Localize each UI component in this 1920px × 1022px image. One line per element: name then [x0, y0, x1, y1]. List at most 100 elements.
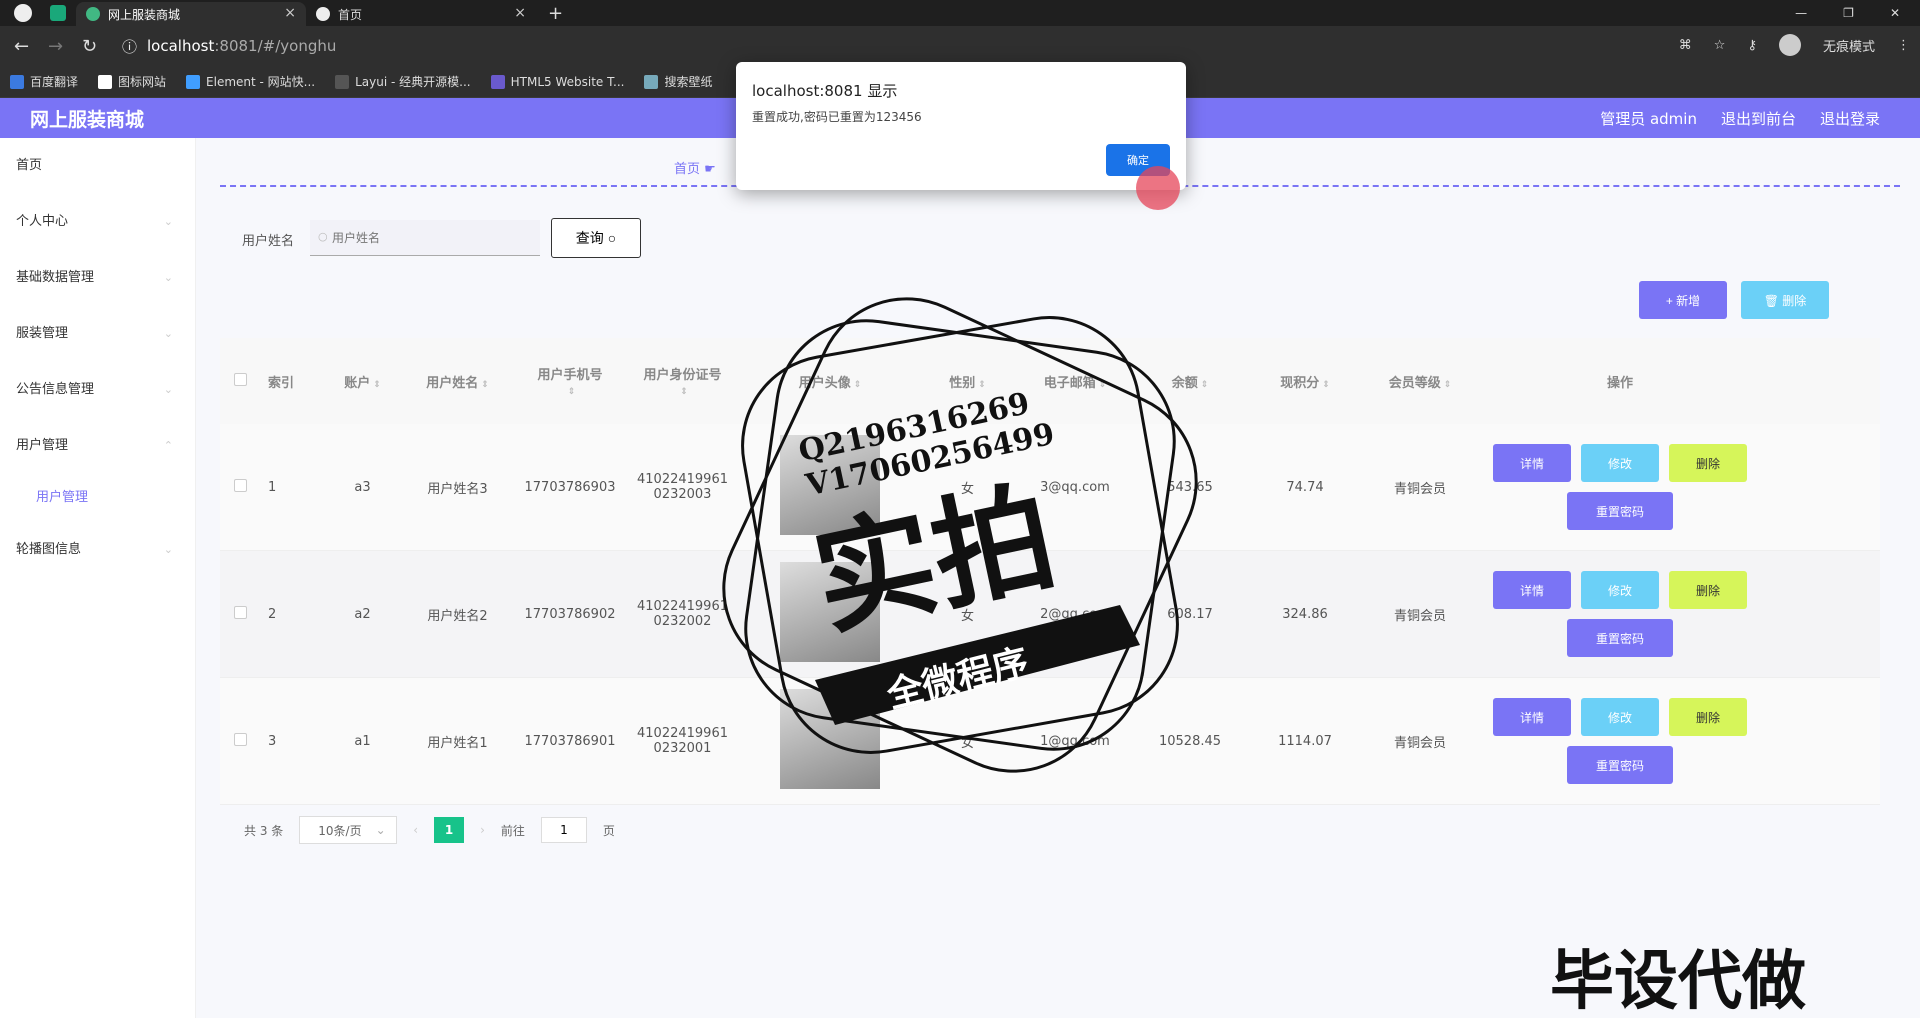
reset-password-button[interactable]: 重置密码 — [1567, 619, 1673, 657]
sort-icon[interactable]: ⇕ — [680, 387, 688, 397]
more-icon[interactable]: ⋮ — [1897, 38, 1910, 53]
tab-inactive[interactable]: 首页 × — [306, 2, 536, 26]
url-field[interactable]: ⓘ localhost:8081/#/yonghu — [122, 36, 336, 57]
sort-icon[interactable]: ⇕ — [978, 380, 986, 390]
sidebar-item-home[interactable]: 首页 — [0, 138, 195, 194]
logout-link[interactable]: 退出登录 — [1820, 108, 1880, 129]
bookmark-icon — [335, 74, 350, 89]
row-checkbox[interactable] — [233, 605, 247, 619]
sidebar-item-clothing[interactable]: 服装管理 ⌄ — [0, 306, 195, 362]
delete-button[interactable]: 删除 — [1669, 444, 1747, 482]
prev-page-icon[interactable]: ‹ — [413, 823, 418, 837]
sidebar-item-base-data[interactable]: 基础数据管理 ⌄ — [0, 250, 195, 306]
bookmark-icon — [186, 74, 201, 89]
bookmark[interactable]: Element - 网站快... — [186, 73, 315, 90]
detail-button[interactable]: 详情 — [1493, 698, 1571, 736]
address-bar: ← → ↻ ⓘ localhost:8081/#/yonghu ⌘ ☆ ⚷ 无痕… — [0, 26, 1920, 66]
sort-icon[interactable]: ⇕ — [1444, 380, 1452, 390]
delete-button[interactable]: 删除 — [1669, 698, 1747, 736]
cell-index: 3 — [268, 733, 277, 749]
edit-button[interactable]: 修改 — [1581, 444, 1659, 482]
extension-icon[interactable] — [50, 5, 66, 21]
bookmark[interactable]: 百度翻译 — [10, 73, 78, 90]
close-tab-icon[interactable]: × — [284, 5, 296, 21]
sort-icon[interactable]: ⇕ — [1099, 380, 1107, 390]
close-tab-icon[interactable]: × — [514, 5, 526, 21]
sort-icon[interactable]: ⇕ — [854, 380, 862, 390]
sidebar-item-notice[interactable]: 公告信息管理 ⌄ — [0, 362, 195, 418]
goto-page-input[interactable] — [540, 817, 587, 843]
col-gender[interactable]: 性别 ⇕ — [920, 372, 1015, 391]
col-balance[interactable]: 余额 ⇕ — [1135, 372, 1245, 391]
sort-icon[interactable]: ⇕ — [568, 387, 576, 397]
cell-name: 用户姓名1 — [427, 735, 488, 751]
query-button[interactable]: 查询 ○ — [551, 218, 641, 258]
sidebar-item-carousel[interactable]: 轮播图信息 ⌄ — [0, 522, 195, 578]
bookmark[interactable]: HTML5 Website T... — [490, 74, 624, 89]
col-name[interactable]: 用户姓名 ⇕ — [400, 372, 515, 391]
back-icon[interactable]: ← — [14, 36, 34, 57]
breadcrumb[interactable]: 首页 ☛ — [674, 158, 716, 177]
hand-icon: ☛ — [704, 162, 716, 177]
sidebar-item-users[interactable]: 用户管理 ⌃ — [0, 418, 195, 474]
detail-button[interactable]: 详情 — [1493, 571, 1571, 609]
detail-button[interactable]: 详情 — [1493, 444, 1571, 482]
cell-name: 用户姓名2 — [427, 608, 488, 624]
cell-points: 74.74 — [1286, 479, 1324, 495]
reset-password-button[interactable]: 重置密码 — [1567, 746, 1673, 784]
col-points[interactable]: 现积分 ⇕ — [1245, 372, 1365, 391]
new-tab-icon[interactable]: + — [548, 3, 563, 24]
address-bar-actions: ⌘ ☆ ⚷ 无痕模式 ⋮ — [1679, 34, 1910, 56]
to-front-link[interactable]: 退出到前台 — [1721, 108, 1796, 129]
tab-active[interactable]: 网上服装商城 × — [76, 2, 306, 26]
bookmark[interactable]: Layui - 经典开源模... — [335, 73, 471, 90]
sidebar-item-profile[interactable]: 个人中心 ⌄ — [0, 194, 195, 250]
col-email[interactable]: 电子邮箱 ⇕ — [1015, 372, 1135, 391]
page-size-select[interactable]: 10条/页 ⌄ — [299, 816, 398, 844]
minimize-icon[interactable]: — — [1795, 6, 1807, 20]
select-all-checkbox[interactable] — [233, 372, 247, 386]
batch-delete-button[interactable]: 🗑 删除 — [1741, 281, 1829, 319]
search-icon: ○ — [318, 230, 328, 243]
star-icon[interactable]: ☆ — [1714, 38, 1726, 53]
sort-icon[interactable]: ⇕ — [481, 380, 489, 390]
col-level[interactable]: 会员等级 ⇕ — [1365, 372, 1475, 391]
restore-icon[interactable]: ❐ — [1843, 6, 1854, 20]
row-checkbox[interactable] — [233, 732, 247, 746]
edit-button[interactable]: 修改 — [1581, 698, 1659, 736]
add-button[interactable]: + 新增 — [1639, 281, 1727, 319]
close-window-icon[interactable]: ✕ — [1890, 6, 1900, 20]
page-number-current[interactable]: 1 — [434, 817, 465, 843]
click-indicator — [1136, 166, 1180, 210]
bookmark[interactable]: 图标网站 — [98, 73, 166, 90]
sort-icon[interactable]: ⇕ — [1201, 380, 1209, 390]
breadcrumb-home[interactable]: 首页 — [674, 162, 700, 177]
cell-account: a3 — [354, 479, 371, 495]
user-avatar-image — [780, 689, 880, 789]
info-icon[interactable]: ⓘ — [122, 36, 137, 57]
forward-icon[interactable]: → — [48, 36, 68, 57]
col-avatar[interactable]: 用户头像 ⇕ — [740, 372, 920, 391]
edit-button[interactable]: 修改 — [1581, 571, 1659, 609]
delete-button[interactable]: 删除 — [1669, 571, 1747, 609]
table-row: 3 a1 用户姓名1 17703786901 41022419961 0232001 女 1@… — [220, 678, 1880, 805]
col-account[interactable]: 账户 ⇕ — [325, 372, 400, 391]
sidebar-subitem-users[interactable]: 用户管理 — [0, 474, 195, 522]
bookmark[interactable]: 搜索壁纸 — [644, 73, 712, 90]
cell-idcard-line2: 0232001 — [653, 741, 712, 756]
sort-icon[interactable]: ⇕ — [373, 380, 381, 390]
pagination: 共 3 条 10条/页 ⌄ ‹ 1 › 前往 页 — [244, 816, 615, 844]
search-input[interactable] — [310, 220, 540, 256]
row-checkbox[interactable] — [233, 478, 247, 492]
next-page-icon[interactable]: › — [480, 823, 485, 837]
reload-icon[interactable]: ↻ — [82, 36, 102, 57]
sort-icon[interactable]: ⇕ — [1322, 380, 1330, 390]
search-label: 用户姓名 — [242, 234, 295, 249]
col-idcard[interactable]: 用户身份证号 ⇕ — [625, 364, 740, 398]
bookmark-label: 搜索壁纸 — [664, 75, 713, 89]
incognito-icon[interactable] — [1778, 34, 1801, 56]
reset-password-button[interactable]: 重置密码 — [1567, 492, 1673, 530]
translate-icon[interactable]: ⌘ — [1679, 38, 1692, 53]
col-phone[interactable]: 用户手机号 ⇕ — [515, 364, 625, 398]
key-icon[interactable]: ⚷ — [1747, 38, 1757, 53]
